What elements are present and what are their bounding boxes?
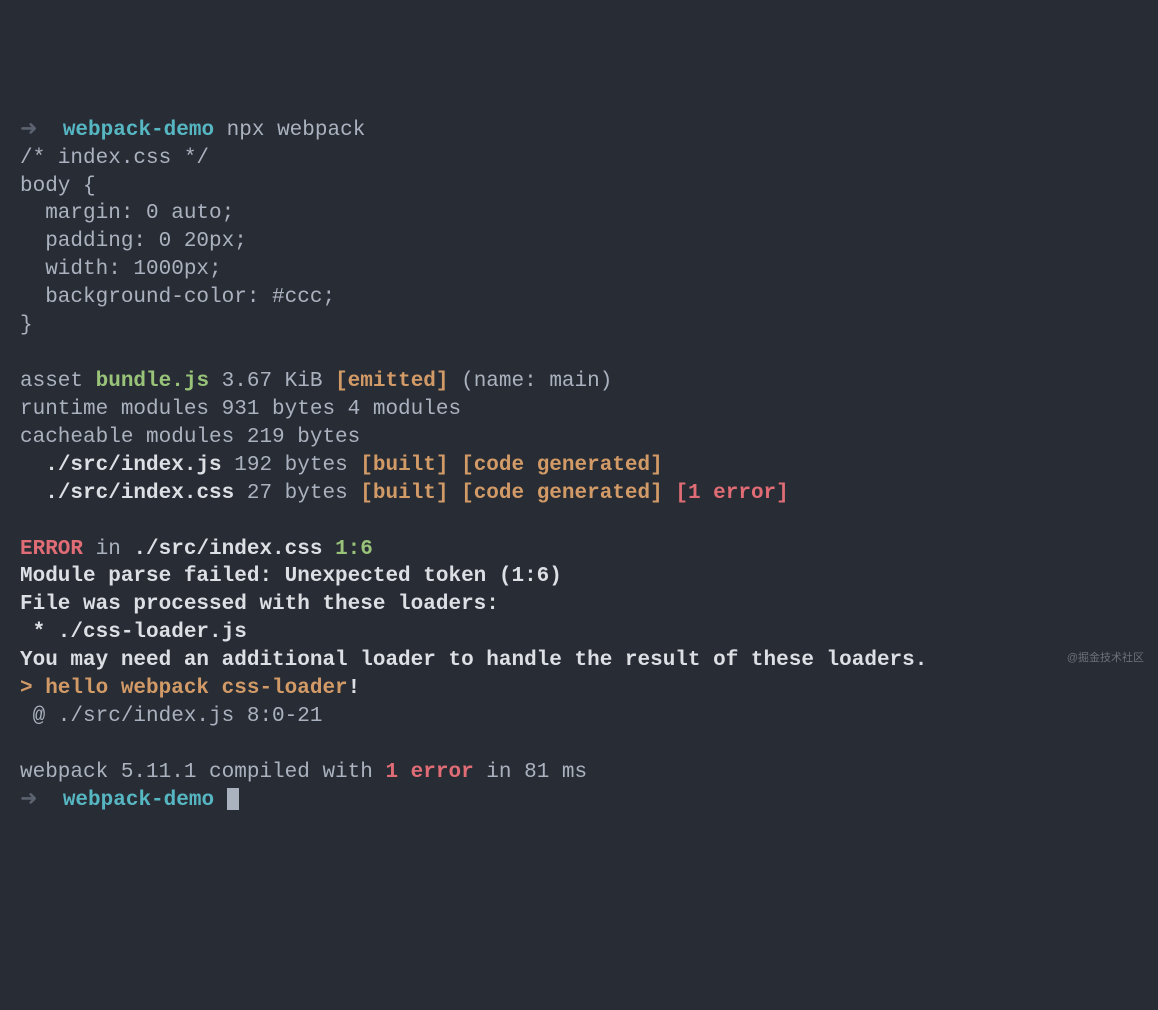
css-line: /* index.css */ bbox=[20, 147, 209, 170]
css-line: padding: 0 20px; bbox=[20, 230, 247, 253]
asset-prefix: asset bbox=[20, 370, 96, 393]
next-prompt[interactable]: ➜ webpack-demo bbox=[20, 789, 239, 812]
error-in: in bbox=[83, 538, 133, 561]
error-msg: * ./css-loader.js bbox=[20, 621, 247, 644]
cursor bbox=[227, 788, 239, 810]
module-error: [1 error] bbox=[663, 482, 789, 505]
prompt-arrow: ➜ bbox=[20, 119, 38, 142]
error-msg: Module parse failed: Unexpected token (1… bbox=[20, 565, 562, 588]
module-tag: [built] [code generated] bbox=[360, 482, 662, 505]
terminal-output: ➜ webpack-demo npx webpack /* index.css … bbox=[20, 117, 1138, 815]
module-size: 192 bytes bbox=[222, 454, 361, 477]
css-line: } bbox=[20, 314, 33, 337]
module-path: ./src/index.js bbox=[45, 454, 221, 477]
asset-tag: [emitted] bbox=[335, 370, 448, 393]
summary-post: in 81 ms bbox=[474, 761, 587, 784]
prompt-command: npx webpack bbox=[227, 119, 366, 142]
css-line: body { bbox=[20, 175, 96, 198]
module-path: ./src/index.css bbox=[45, 482, 234, 505]
error-header: ERROR in ./src/index.css 1:6 bbox=[20, 538, 373, 561]
cacheable-line: cacheable modules 219 bytes bbox=[20, 426, 360, 449]
asset-line: asset bundle.js 3.67 KiB [emitted] (name… bbox=[20, 370, 612, 393]
css-line: width: 1000px; bbox=[20, 258, 222, 281]
module-tag: [built] [code generated] bbox=[360, 454, 662, 477]
module-size: 27 bytes bbox=[234, 482, 360, 505]
summary-error: 1 error bbox=[385, 761, 473, 784]
module-line: ./src/index.js 192 bytes [built] [code g… bbox=[20, 454, 663, 477]
asset-suffix: (name: main) bbox=[449, 370, 613, 393]
prompt-dir: webpack-demo bbox=[63, 119, 214, 142]
error-trace: @ ./src/index.js 8:0-21 bbox=[20, 705, 322, 728]
error-label: ERROR bbox=[20, 538, 83, 561]
css-line: margin: 0 auto; bbox=[20, 202, 234, 225]
summary-line: webpack 5.11.1 compiled with 1 error in … bbox=[20, 761, 587, 784]
module-line: ./src/index.css 27 bytes [built] [code g… bbox=[20, 482, 789, 505]
runtime-line: runtime modules 931 bytes 4 modules bbox=[20, 398, 461, 421]
error-msg: > hello webpack css-loader! bbox=[20, 677, 360, 700]
watermark: @掘金技术社区 bbox=[1067, 651, 1144, 666]
error-msg: File was processed with these loaders: bbox=[20, 593, 499, 616]
error-loc: 1:6 bbox=[322, 538, 372, 561]
error-file: ./src/index.css bbox=[133, 538, 322, 561]
error-msg: You may need an additional loader to han… bbox=[20, 649, 927, 672]
summary-pre: webpack 5.11.1 compiled with bbox=[20, 761, 385, 784]
asset-size: 3.67 KiB bbox=[209, 370, 335, 393]
prompt-line: ➜ webpack-demo npx webpack bbox=[20, 119, 365, 142]
error-highlight: > hello webpack css-loader bbox=[20, 677, 348, 700]
css-line: background-color: #ccc; bbox=[20, 286, 335, 309]
asset-name: bundle.js bbox=[96, 370, 209, 393]
